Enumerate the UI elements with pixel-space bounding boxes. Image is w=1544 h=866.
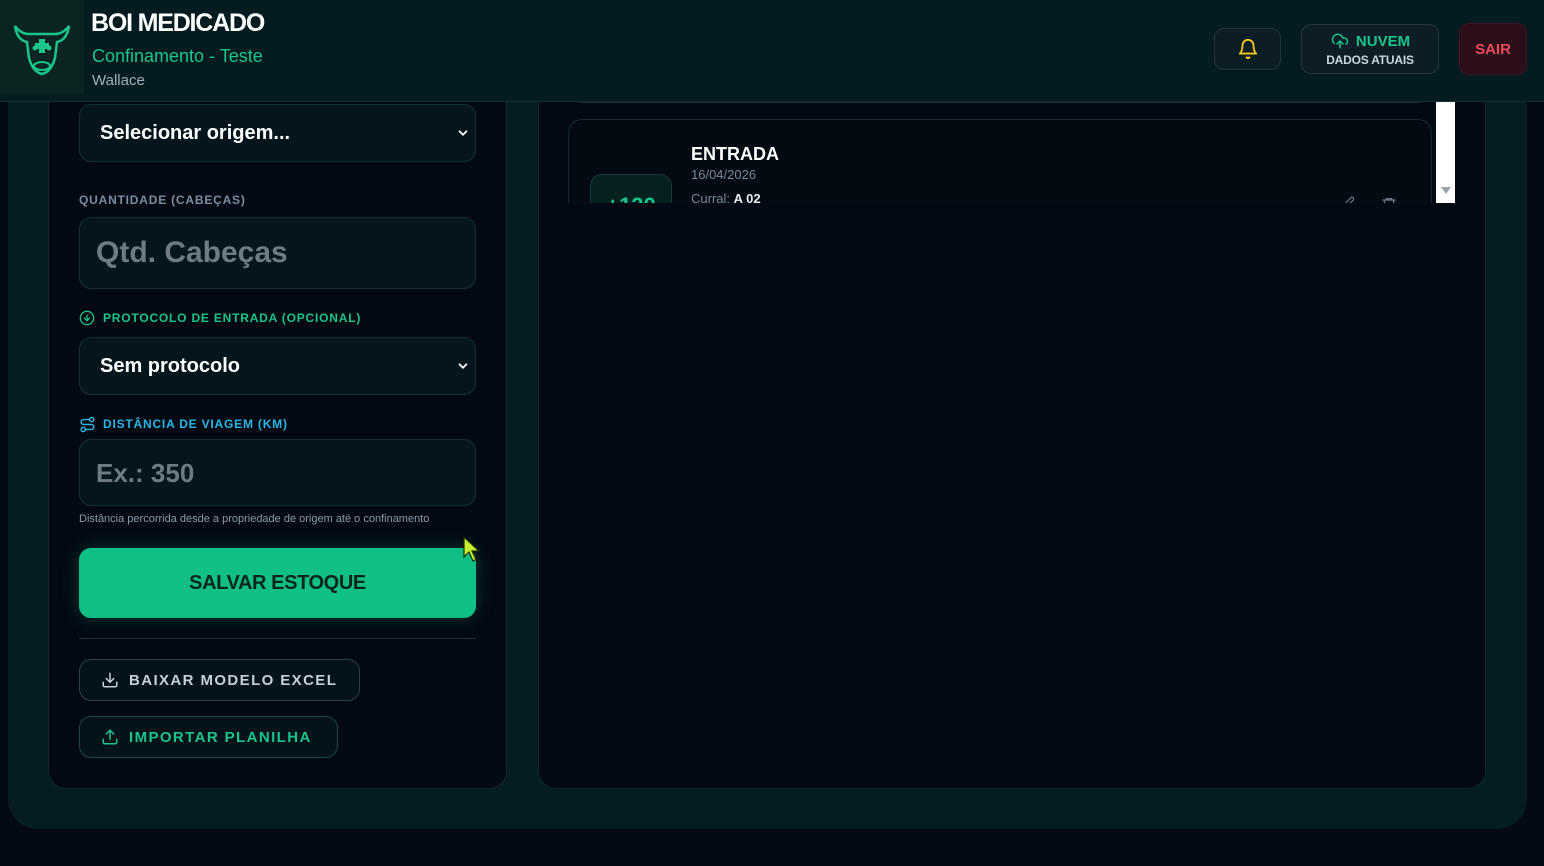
route-icon: [80, 416, 95, 433]
movement-date: 16/04/2026: [691, 167, 757, 182]
quantity-label: QUANTIDADE (CABEÇAS): [79, 193, 246, 207]
divider: [79, 638, 476, 639]
stock-history-panel: [538, 102, 1486, 789]
save-stock-button[interactable]: SALVAR ESTOQUE: [79, 548, 476, 618]
cloud-label: NUVEM: [1355, 32, 1411, 50]
download-excel-label: BAIXAR MODELO EXCEL: [129, 671, 338, 689]
arrow-down-circle-icon: [79, 310, 95, 326]
scroll-down-arrow-icon[interactable]: [1441, 187, 1451, 194]
distance-label: DISTÂNCIA DE VIAGEM (KM): [103, 417, 288, 431]
protocol-label: PROTOCOLO DE ENTRADA (OPCIONAL): [103, 311, 362, 325]
logout-button[interactable]: SAIR: [1459, 23, 1527, 75]
chevron-down-icon: [458, 363, 468, 369]
edit-icon[interactable]: [1341, 196, 1355, 203]
farm-name: Confinamento - Teste: [92, 46, 263, 66]
download-excel-template-button[interactable]: BAIXAR MODELO EXCEL: [79, 659, 360, 701]
app-header: BOI MEDICADO Confinamento - Teste Wallac…: [0, 0, 1544, 102]
mouse-cursor-icon: [463, 535, 481, 562]
movement-type: ENTRADA: [691, 144, 779, 164]
bell-icon: [1238, 39, 1257, 60]
quantity-placeholder: Qtd. Cabeças: [96, 236, 288, 269]
upload-icon: [102, 729, 118, 745]
curral-label: Curral:: [691, 191, 731, 203]
chevron-down-icon: [458, 130, 468, 136]
protocol-select-value: Sem protocolo: [100, 355, 241, 377]
download-icon: [102, 672, 118, 688]
curral-value: A 02: [733, 191, 761, 203]
history-list: +120 ENTRADA 16/04/2026 Curral: A 02: [549, 102, 1456, 203]
trash-icon[interactable]: [1381, 196, 1397, 203]
quantity-badge: +120: [590, 174, 672, 203]
import-spreadsheet-label: IMPORTAR PLANILHA: [129, 728, 312, 746]
movement-curral: Curral: A 02: [691, 191, 761, 203]
quantity-input[interactable]: Qtd. Cabeças: [79, 217, 476, 289]
cloud-sync-icon: [1331, 33, 1349, 49]
import-spreadsheet-button[interactable]: IMPORTAR PLANILHA: [79, 716, 338, 758]
previous-card-edge: [579, 102, 1421, 103]
cloud-sync-button[interactable]: NUVEM DADOS ATUAIS: [1301, 24, 1439, 74]
app-title: BOI MEDICADO: [91, 9, 265, 37]
bull-logo-icon: [0, 0, 84, 94]
distance-hint: Distância percorrida desde a propriedade…: [79, 513, 430, 525]
origin-select-value: Selecionar origem...: [100, 122, 291, 144]
scrollbar[interactable]: [1436, 102, 1455, 203]
history-card: +120 ENTRADA 16/04/2026 Curral: A 02: [568, 119, 1432, 203]
cloud-sub-label: DADOS ATUAIS: [1326, 53, 1414, 67]
notifications-button[interactable]: [1214, 28, 1281, 70]
distance-input[interactable]: Ex.: 350: [79, 439, 476, 506]
distance-placeholder: Ex.: 350: [96, 458, 195, 488]
origin-select[interactable]: Selecionar origem...: [79, 104, 476, 162]
user-name: Wallace: [92, 72, 145, 89]
protocol-select[interactable]: Sem protocolo: [79, 337, 476, 395]
